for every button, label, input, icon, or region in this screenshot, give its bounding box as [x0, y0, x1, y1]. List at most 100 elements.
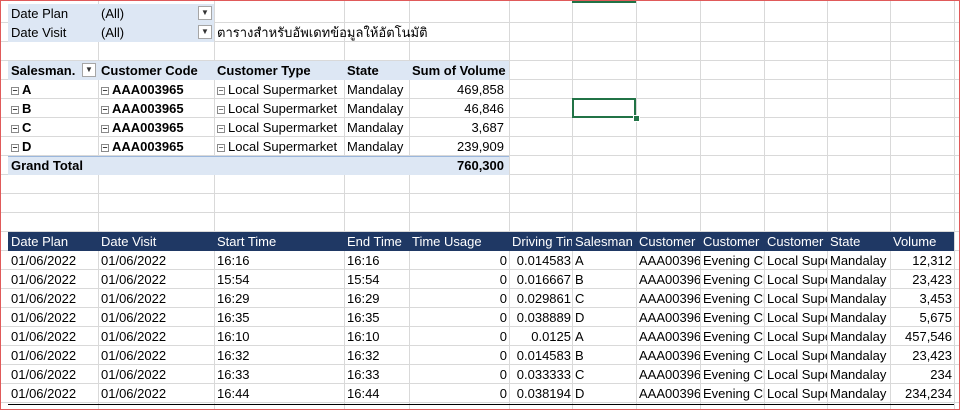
pivot-row-code[interactable]: − AAA003965 — [99, 119, 214, 137]
header-end-time[interactable]: End Time — [345, 232, 409, 251]
cell-end-time[interactable]: 16:33 — [345, 366, 409, 384]
cell-customer-name[interactable]: Evening Ch — [701, 252, 764, 270]
header-time-usage[interactable]: Time Usage — [410, 232, 509, 251]
cell-customer-code[interactable]: AAA00396 — [637, 252, 700, 270]
cell-salesman[interactable]: C — [573, 366, 636, 384]
cell-customer-type[interactable]: Local Supe — [765, 347, 827, 365]
cell-customer-code[interactable]: AAA00396 — [637, 347, 700, 365]
pivot-row-state[interactable]: Mandalay — [345, 119, 409, 137]
cell-customer-code[interactable]: AAA00396 — [637, 271, 700, 289]
cell-state[interactable]: Mandalay — [828, 309, 890, 327]
cell-customer-name[interactable]: Evening Ch — [701, 328, 764, 346]
cell-date-visit[interactable]: 01/06/2022 — [99, 366, 214, 384]
cell-end-time[interactable]: 16:32 — [345, 347, 409, 365]
pivot-row-volume[interactable]: 469,858 — [410, 81, 506, 99]
cell-volume[interactable]: 5,675 — [891, 309, 954, 327]
cell-driving-time[interactable]: 0.029861 — [510, 290, 573, 308]
collapse-icon[interactable]: − — [101, 124, 109, 133]
cell-time-usage[interactable]: 0 — [410, 366, 509, 384]
cell-date-plan[interactable]: 01/06/2022 — [9, 328, 98, 346]
header-customer-code[interactable]: Customer — [637, 232, 700, 251]
cell-customer-name[interactable]: Evening Ch — [701, 347, 764, 365]
cell-customer-name[interactable]: Evening Ch — [701, 271, 764, 289]
cell-date-visit[interactable]: 01/06/2022 — [99, 271, 214, 289]
collapse-icon[interactable]: − — [217, 124, 225, 133]
cell-date-plan[interactable]: 01/06/2022 — [9, 366, 98, 384]
pivot-row-code[interactable]: − AAA003965 — [99, 81, 214, 99]
cell-end-time[interactable]: 16:29 — [345, 290, 409, 308]
cell-date-plan[interactable]: 01/06/2022 — [9, 271, 98, 289]
cell-driving-time[interactable]: 0.016667 — [510, 271, 573, 289]
header-date-plan[interactable]: Date Plan — [9, 232, 98, 251]
cell-start-time[interactable]: 16:32 — [215, 347, 344, 365]
pivot-row-volume[interactable]: 46,846 — [410, 100, 506, 118]
cell-volume[interactable]: 457,546 — [891, 328, 954, 346]
cell-end-time[interactable]: 15:54 — [345, 271, 409, 289]
salesman-filter-dropdown[interactable]: ▼ — [82, 63, 96, 77]
cell-customer-code[interactable]: AAA00396 — [637, 328, 700, 346]
cell-driving-time[interactable]: 0.038194 — [510, 385, 573, 403]
collapse-icon[interactable]: − — [101, 86, 109, 95]
header-state[interactable]: State — [828, 232, 890, 251]
pivot-row-type[interactable]: − Local Supermarket — [215, 138, 344, 156]
header-volume[interactable]: Volume — [891, 232, 954, 251]
cell-date-plan[interactable]: 01/06/2022 — [9, 347, 98, 365]
header-salesman[interactable]: Salesman — [573, 232, 636, 251]
cell-time-usage[interactable]: 0 — [410, 347, 509, 365]
cell-salesman[interactable]: C — [573, 290, 636, 308]
cell-date-visit[interactable]: 01/06/2022 — [99, 290, 214, 308]
cell-customer-type[interactable]: Local Supe — [765, 328, 827, 346]
header-date-visit[interactable]: Date Visit — [99, 232, 214, 251]
cell-customer-type[interactable]: Local Supe — [765, 309, 827, 327]
collapse-icon[interactable]: − — [217, 86, 225, 95]
cell-start-time[interactable]: 16:16 — [215, 252, 344, 270]
cell-end-time[interactable]: 16:35 — [345, 309, 409, 327]
cell-customer-type[interactable]: Local Supe — [765, 252, 827, 270]
pivot-row-type[interactable]: − Local Supermarket — [215, 100, 344, 118]
pivot-row-code[interactable]: − AAA003965 — [99, 100, 214, 118]
cell-date-visit[interactable]: 01/06/2022 — [99, 252, 214, 270]
collapse-icon[interactable]: − — [11, 124, 19, 133]
cell-state[interactable]: Mandalay — [828, 385, 890, 403]
pivot-row-code[interactable]: − AAA003965 — [99, 138, 214, 156]
date-visit-filter-dropdown[interactable]: ▼ — [198, 25, 212, 39]
cell-customer-name[interactable]: Evening Ch — [701, 385, 764, 403]
cell-customer-code[interactable]: AAA00396 — [637, 290, 700, 308]
cell-salesman[interactable]: A — [573, 252, 636, 270]
cell-time-usage[interactable]: 0 — [410, 290, 509, 308]
cell-customer-type[interactable]: Local Supe — [765, 271, 827, 289]
cell-time-usage[interactable]: 0 — [410, 328, 509, 346]
header-customer-type[interactable]: Customer — [765, 232, 827, 251]
cell-state[interactable]: Mandalay — [828, 290, 890, 308]
pivot-row-type[interactable]: − Local Supermarket — [215, 119, 344, 137]
cell-state[interactable]: Mandalay — [828, 271, 890, 289]
cell-time-usage[interactable]: 0 — [410, 309, 509, 327]
cell-date-visit[interactable]: 01/06/2022 — [99, 328, 214, 346]
cell-date-plan[interactable]: 01/06/2022 — [9, 252, 98, 270]
collapse-icon[interactable]: − — [11, 143, 19, 152]
pivot-row-state[interactable]: Mandalay — [345, 81, 409, 99]
cell-customer-code[interactable]: AAA00396 — [637, 385, 700, 403]
cell-end-time[interactable]: 16:44 — [345, 385, 409, 403]
cell-volume[interactable]: 23,423 — [891, 347, 954, 365]
active-cell-selection[interactable] — [572, 98, 636, 118]
collapse-icon[interactable]: − — [217, 105, 225, 114]
collapse-icon[interactable]: − — [217, 143, 225, 152]
cell-date-plan[interactable]: 01/06/2022 — [9, 290, 98, 308]
header-driving-time[interactable]: Driving Tin — [510, 232, 572, 251]
cell-driving-time[interactable]: 0.014583 — [510, 252, 573, 270]
cell-state[interactable]: Mandalay — [828, 328, 890, 346]
cell-time-usage[interactable]: 0 — [410, 385, 509, 403]
cell-customer-type[interactable]: Local Supe — [765, 385, 827, 403]
cell-date-visit[interactable]: 01/06/2022 — [99, 347, 214, 365]
cell-customer-type[interactable]: Local Supe — [765, 366, 827, 384]
cell-date-visit[interactable]: 01/06/2022 — [99, 385, 214, 403]
cell-salesman[interactable]: D — [573, 309, 636, 327]
cell-start-time[interactable]: 16:10 — [215, 328, 344, 346]
cell-salesman[interactable]: A — [573, 328, 636, 346]
cell-volume[interactable]: 23,423 — [891, 271, 954, 289]
pivot-row-state[interactable]: Mandalay — [345, 100, 409, 118]
pivot-row-volume[interactable]: 239,909 — [410, 138, 506, 156]
cell-customer-type[interactable]: Local Supe — [765, 290, 827, 308]
collapse-icon[interactable]: − — [11, 86, 19, 95]
